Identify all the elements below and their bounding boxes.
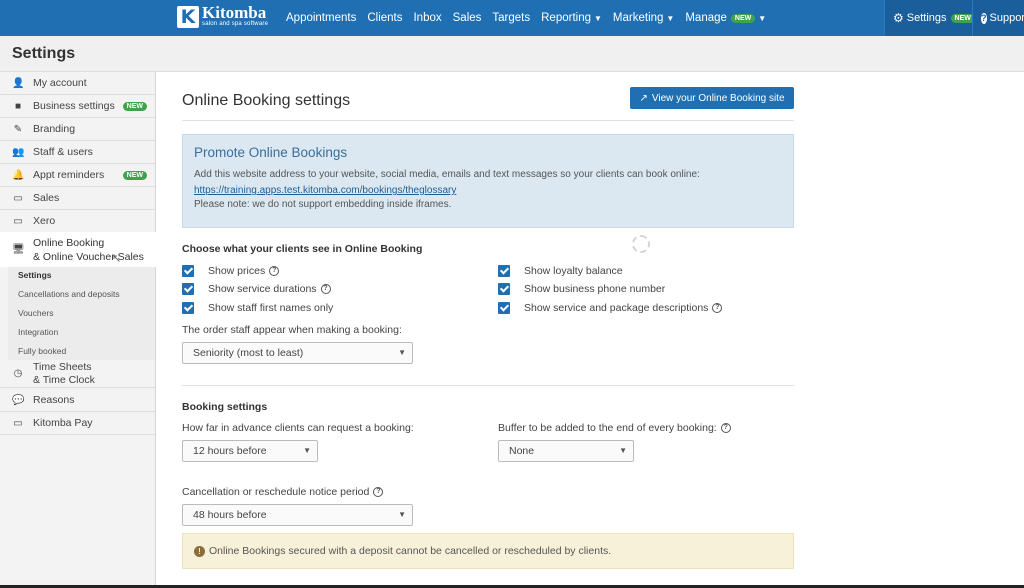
sidebar-item-sales[interactable]: ▭ Sales <box>0 187 155 210</box>
booking-link[interactable]: https://training.apps.test.kitomba.com/b… <box>194 185 456 196</box>
users-icon: 👥 <box>12 146 25 158</box>
sidebar-item-xero[interactable]: ▭ Xero <box>0 210 155 233</box>
chevron-down-icon: ▼ <box>303 446 311 455</box>
staff-order-select[interactable]: Seniority (most to least) ▼ <box>182 342 413 364</box>
settings-sidebar: 👤 My account ■ Business settings NEW ✎ B… <box>0 72 167 588</box>
logo-mark: K <box>177 5 199 28</box>
briefcase-icon: ■ <box>14 100 22 112</box>
page-title: Settings <box>12 45 76 62</box>
loading-spinner-icon <box>632 235 650 253</box>
caret-down-icon: ▼ <box>666 13 675 23</box>
nav-clients[interactable]: Clients <box>367 12 402 24</box>
info-circle-icon: ! <box>194 545 205 557</box>
show-loyalty-balance-checkbox[interactable]: Show loyalty balance <box>498 265 623 277</box>
main-nav-links: Appointments Clients Inbox Sales Targets… <box>286 0 777 36</box>
advance-booking-label: How far in advance clients can request a… <box>182 422 414 434</box>
nav-targets[interactable]: Targets <box>492 12 530 24</box>
nav-sales[interactable]: Sales <box>453 12 482 24</box>
card-icon: ▭ <box>13 192 23 204</box>
cancellation-notice-select[interactable]: 48 hours before ▼ <box>182 504 413 526</box>
card-icon: ▭ <box>13 417 23 429</box>
promo-text: Add this website address to your website… <box>194 169 700 180</box>
help-icon[interactable]: ? <box>712 303 723 313</box>
deposit-warning-alert: ! Online Bookings secured with a deposit… <box>182 533 794 569</box>
visibility-section-title: Choose what your clients see in Online B… <box>182 243 423 255</box>
nav-inbox[interactable]: Inbox <box>413 12 441 24</box>
help-icon[interactable]: ? <box>269 266 280 276</box>
new-badge: NEW <box>122 101 147 111</box>
user-icon: 👤 <box>12 77 25 89</box>
sidebar-subitem-vouchers[interactable]: Vouchers <box>8 303 155 322</box>
sidebar-item-branding[interactable]: ✎ Branding <box>0 118 155 141</box>
checkbox-checked-icon <box>498 302 510 314</box>
sidebar-item-appt-reminders[interactable]: 🔔 Appt reminders NEW <box>0 164 155 187</box>
gear-icon: ⚙ <box>893 11 904 25</box>
nav-settings[interactable]: ⚙ Settings NEW <box>884 0 975 36</box>
cancellation-notice-label: Cancellation or reschedule notice period… <box>182 486 384 498</box>
new-badge: NEW <box>730 13 756 23</box>
show-descriptions-checkbox[interactable]: Show service and package descriptions ? <box>498 302 723 314</box>
sidebar-subitem-cancellations[interactable]: Cancellations and deposits <box>8 284 155 303</box>
help-icon[interactable]: ? <box>373 487 384 497</box>
sidebar-item-kitomba-pay[interactable]: ▭ Kitomba Pay <box>0 412 155 435</box>
promo-title: Promote Online Bookings <box>194 145 348 160</box>
bell-icon: 🔔 <box>12 169 25 181</box>
page-header: Settings <box>0 36 1024 72</box>
checkbox-checked-icon <box>498 283 510 295</box>
show-business-phone-checkbox[interactable]: Show business phone number <box>498 283 665 295</box>
booking-settings-title: Booking settings <box>182 401 268 413</box>
top-navigation: K Kitomba salon and spa software Appoint… <box>0 0 1024 36</box>
view-online-booking-button[interactable]: ↗ View your Online Booking site <box>630 87 794 109</box>
promote-online-bookings-panel: Promote Online Bookings Add this website… <box>182 134 794 228</box>
checkbox-checked-icon <box>498 265 510 277</box>
sidebar-item-my-account[interactable]: 👤 My account <box>0 72 155 95</box>
card-icon: ▭ <box>13 215 23 227</box>
speech-bubble-icon: 💬 <box>12 394 25 406</box>
nav-marketing[interactable]: Marketing ▼ <box>613 12 674 24</box>
sidebar-subitem-integration[interactable]: Integration <box>8 322 155 341</box>
brush-icon: ✎ <box>13 123 23 135</box>
caret-down-icon: ▼ <box>758 13 767 23</box>
help-circle-icon: ? <box>981 12 987 24</box>
checkbox-checked-icon <box>182 302 194 314</box>
promo-note: Please note: we do not support embedding… <box>194 199 452 210</box>
monitor-icon: 🖥 <box>12 244 25 255</box>
section-title: Online Booking settings <box>182 92 351 109</box>
nav-support[interactable]: ? Support <box>972 0 1024 36</box>
sidebar-item-reasons[interactable]: 💬 Reasons <box>0 389 155 412</box>
nav-manage[interactable]: Manage NEW ▼ <box>685 12 766 24</box>
sidebar-item-online-booking[interactable]: 🖥 Online Booking & Online Voucher Sales <box>0 232 167 267</box>
clock-icon: ◷ <box>13 368 23 379</box>
chevron-down-icon: ▼ <box>619 446 627 455</box>
logo-tagline: salon and spa software <box>202 21 269 27</box>
sidebar-subitem-fully-booked[interactable]: Fully booked <box>8 341 155 360</box>
logo-name: Kitomba <box>202 3 267 22</box>
checkbox-checked-icon <box>182 283 194 295</box>
help-icon[interactable]: ? <box>320 284 331 294</box>
sidebar-item-business-settings[interactable]: ■ Business settings NEW <box>0 95 155 118</box>
sidebar-item-staff-users[interactable]: 👥 Staff & users <box>0 141 155 164</box>
external-link-icon: ↗ <box>639 92 648 104</box>
help-icon[interactable]: ? <box>720 423 731 433</box>
chevron-down-icon: ▼ <box>398 348 406 357</box>
show-prices-checkbox[interactable]: Show prices ? <box>182 265 280 277</box>
buffer-label: Buffer to be added to the end of every b… <box>498 422 731 434</box>
staff-order-label: The order staff appear when making a boo… <box>182 324 402 336</box>
new-badge: NEW <box>122 170 147 180</box>
checkbox-checked-icon <box>182 265 194 277</box>
show-staff-first-names-checkbox[interactable]: Show staff first names only <box>182 302 333 314</box>
kitomba-logo[interactable]: K Kitomba salon and spa software <box>177 3 269 28</box>
chevron-down-icon: ▼ <box>398 510 406 519</box>
show-service-durations-checkbox[interactable]: Show service durations ? <box>182 283 331 295</box>
nav-appointments[interactable]: Appointments <box>286 12 356 24</box>
sidebar-item-time-sheets[interactable]: ◷ Time Sheets & Time Clock <box>0 360 155 388</box>
caret-down-icon: ▼ <box>594 13 602 23</box>
advance-booking-select[interactable]: 12 hours before ▼ <box>182 440 318 462</box>
nav-reporting[interactable]: Reporting ▼ <box>541 12 602 24</box>
sidebar-subitem-settings[interactable]: Settings <box>8 265 155 284</box>
mouse-cursor-icon: ↖ <box>112 253 122 265</box>
buffer-select[interactable]: None ▼ <box>498 440 634 462</box>
